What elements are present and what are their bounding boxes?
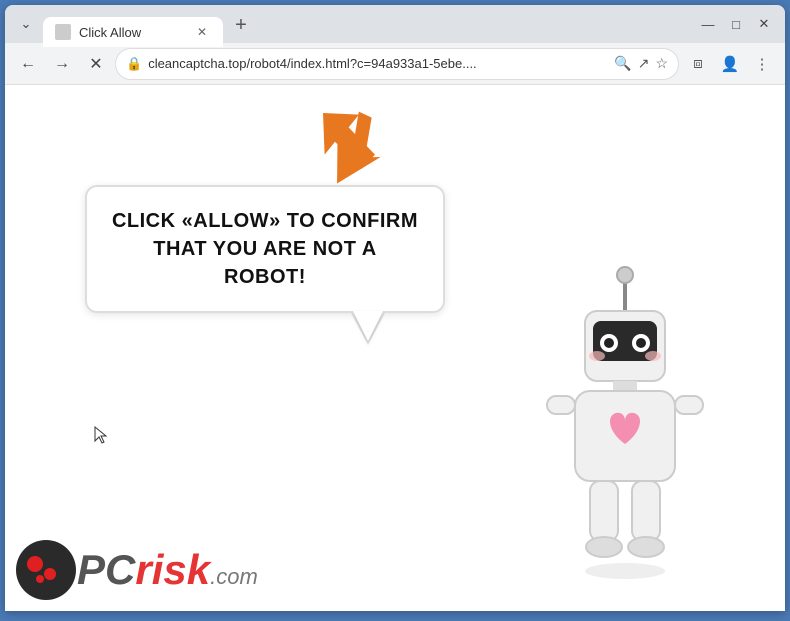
pc-text: PC — [77, 546, 135, 594]
close-button[interactable]: ✕ — [751, 11, 777, 37]
bookmark-icon[interactable]: ☆ — [655, 55, 668, 72]
lock-icon: 🔒 — [126, 56, 142, 72]
profile-button[interactable]: 👤 — [715, 49, 745, 79]
risk-text: risk — [135, 546, 210, 594]
orange-arrow — [315, 105, 395, 185]
window-controls: — □ ✕ — [695, 11, 777, 37]
minimize-button[interactable]: — — [695, 11, 721, 37]
pcrisk-text: PC risk .com — [77, 546, 258, 594]
tab-bar: Click Allow ✕ + — [43, 5, 683, 43]
pcrisk-icon — [15, 539, 77, 601]
toolbar-actions: ⧈ 👤 ⋮ — [683, 49, 777, 79]
url-text: cleancaptcha.top/robot4/index.html?c=94a… — [148, 56, 608, 71]
address-bar[interactable]: 🔒 cleancaptcha.top/robot4/index.html?c=9… — [115, 48, 679, 80]
active-tab[interactable]: Click Allow ✕ — [43, 17, 223, 47]
tab-list-button[interactable]: ⌄ — [13, 11, 39, 37]
pcrisk-logo: PC risk .com — [15, 539, 258, 601]
page-content: CLICK «ALLOW» TO CONFIRM THAT YOU ARE NO… — [5, 85, 785, 611]
toolbar: ← → ✕ 🔒 cleancaptcha.top/robot4/index.ht… — [5, 43, 785, 85]
browser-window: ⌄ Click Allow ✕ + — □ ✕ ← → ✕ 🔒 cleancap… — [5, 5, 785, 611]
dot-com-text: .com — [210, 564, 258, 590]
cursor — [93, 425, 109, 445]
new-tab-button[interactable]: + — [227, 11, 255, 39]
back-button[interactable]: ← — [13, 49, 43, 79]
tab-favicon — [55, 24, 71, 40]
extensions-button[interactable]: ⧈ — [683, 49, 713, 79]
share-icon[interactable]: ↗ — [638, 55, 650, 72]
tab-title: Click Allow — [79, 25, 185, 40]
maximize-button[interactable]: □ — [723, 11, 749, 37]
forward-button[interactable]: → — [47, 49, 77, 79]
menu-button[interactable]: ⋮ — [747, 49, 777, 79]
reload-button[interactable]: ✕ — [81, 49, 111, 79]
speech-bubble: CLICK «ALLOW» TO CONFIRM THAT YOU ARE NO… — [85, 185, 445, 313]
robot-image — [525, 261, 725, 581]
tab-close-button[interactable]: ✕ — [193, 23, 211, 41]
search-icon[interactable]: 🔍 — [614, 55, 631, 72]
title-bar: ⌄ Click Allow ✕ + — □ ✕ — [5, 5, 785, 43]
bubble-text: CLICK «ALLOW» TO CONFIRM THAT YOU ARE NO… — [111, 207, 419, 291]
